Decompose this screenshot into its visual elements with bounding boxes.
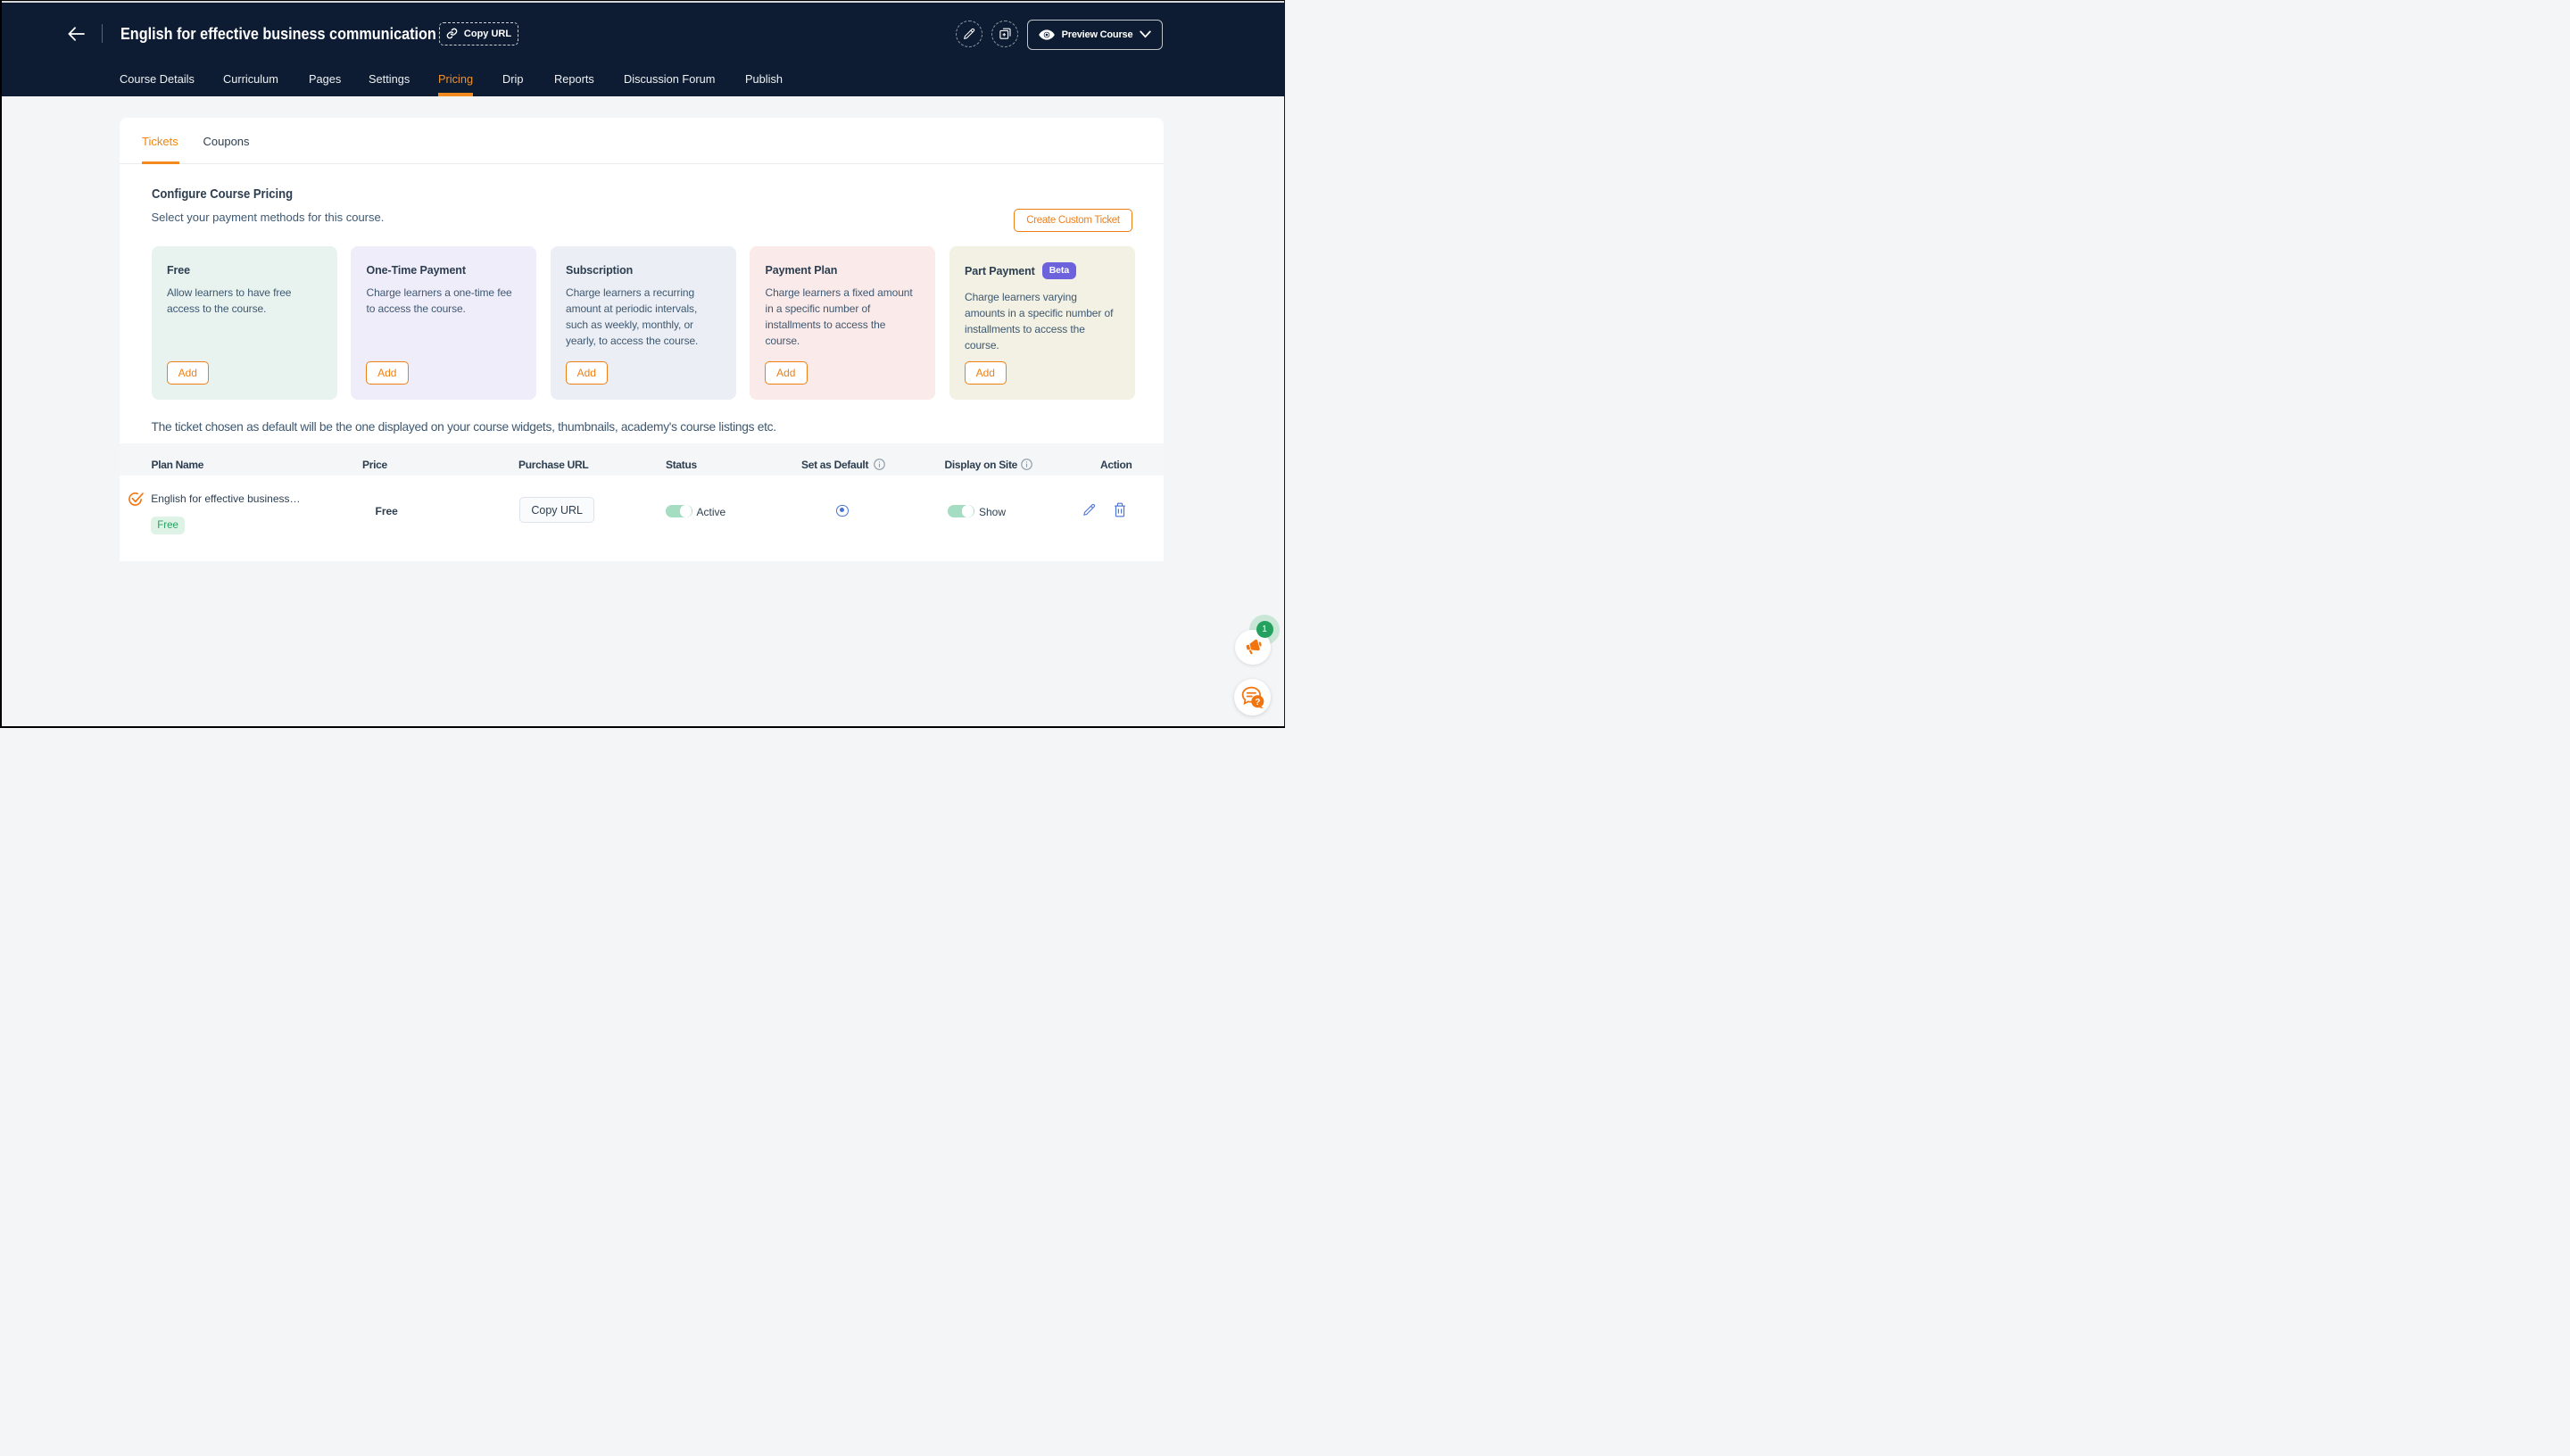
svg-text:?: ?	[1255, 698, 1260, 707]
